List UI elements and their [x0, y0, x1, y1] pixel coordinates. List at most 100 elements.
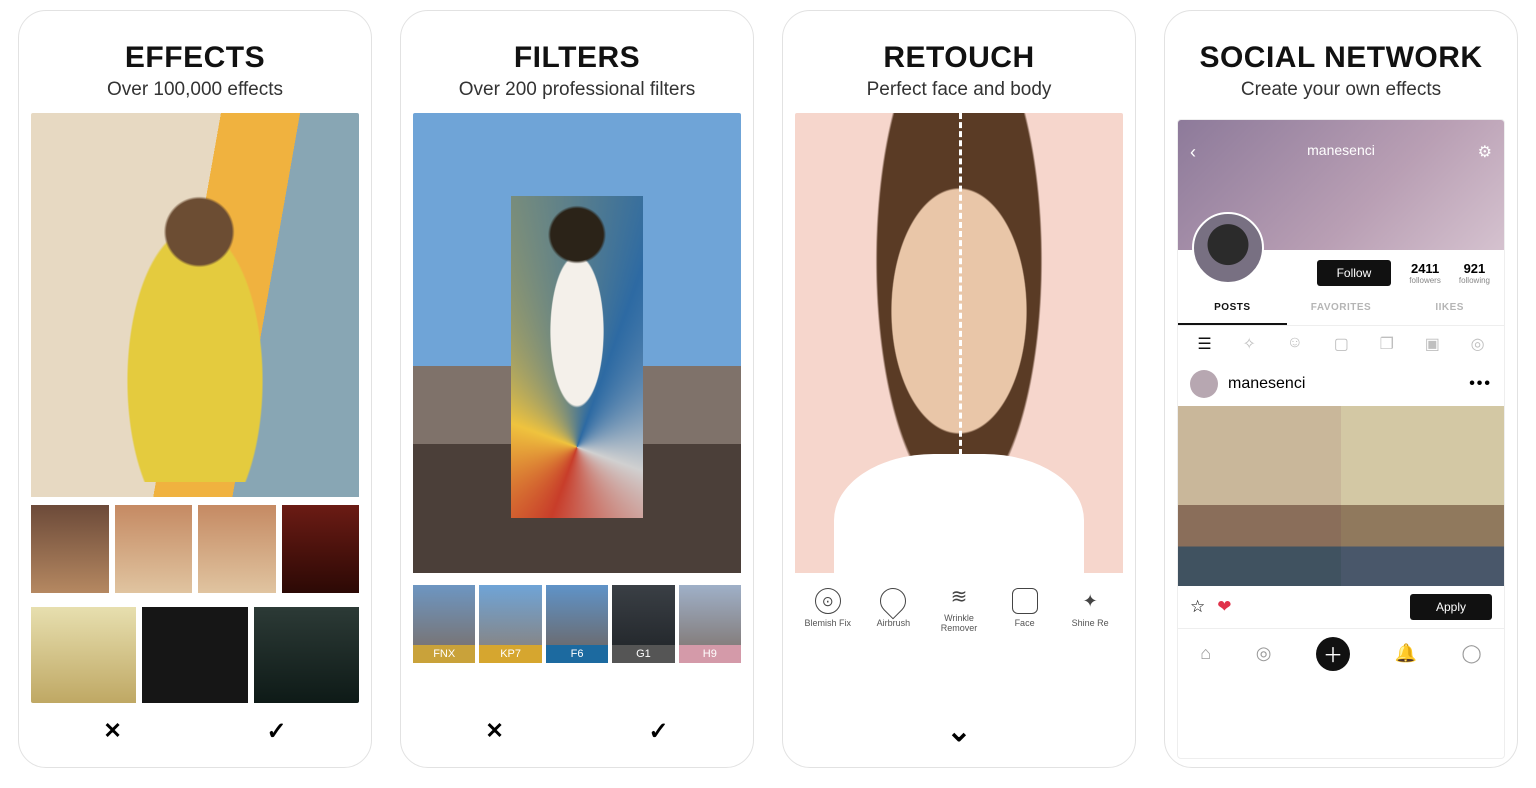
- retouch-hero-image[interactable]: [795, 113, 1123, 573]
- following-label: following: [1459, 276, 1490, 285]
- tool-wrinkle-remover[interactable]: Wrinkle Remover: [929, 583, 989, 634]
- layers-view-icon[interactable]: ❐: [1380, 334, 1394, 354]
- post-header: manesenci •••: [1178, 362, 1504, 406]
- stat-following[interactable]: 921 following: [1459, 261, 1490, 285]
- followers-label: followers: [1409, 276, 1441, 285]
- nav-add-button[interactable]: ＋: [1316, 637, 1350, 671]
- filter-thumb[interactable]: F6: [546, 585, 608, 663]
- effect-thumb[interactable]: [115, 505, 193, 593]
- wrinkle-icon: [946, 583, 972, 609]
- confirm-icon[interactable]: [649, 717, 669, 746]
- tool-blemish-fix[interactable]: ⊙ Blemish Fix: [798, 588, 858, 629]
- tool-shine-remover[interactable]: Shine Re: [1060, 588, 1120, 629]
- list-view-icon[interactable]: ☰: [1197, 334, 1211, 354]
- retouch-toolbar: ⊙ Blemish Fix Airbrush Wrinkle Remover F…: [795, 583, 1123, 634]
- apply-button[interactable]: Apply: [1410, 594, 1492, 620]
- tool-label: Airbrush: [877, 619, 911, 629]
- tab-favorites[interactable]: FAVORITES: [1287, 292, 1396, 325]
- tool-face[interactable]: Face: [995, 588, 1055, 629]
- effect-thumb[interactable]: [198, 505, 276, 593]
- filter-thumb[interactable]: G1: [612, 585, 674, 663]
- before-after-divider[interactable]: [959, 113, 962, 573]
- followers-count: 2411: [1409, 261, 1441, 276]
- filter-thumb[interactable]: KP7: [479, 585, 541, 663]
- effect-thumb[interactable]: [282, 505, 360, 593]
- effects-subtitle: Over 100,000 effects: [31, 79, 359, 101]
- nav-explore-icon[interactable]: ◎: [1256, 643, 1272, 664]
- tab-likes[interactable]: IIKES: [1395, 292, 1504, 325]
- retouch-bottom-bar: [795, 703, 1123, 759]
- tool-label: Shine Re: [1072, 619, 1109, 629]
- filter-strip: FNX KP7 F6 G1 H9: [413, 585, 741, 663]
- card-effects: EFFECTS Over 100,000 effects: [18, 10, 372, 768]
- post-image-right: [1341, 406, 1504, 586]
- image-view-icon[interactable]: ▣: [1425, 334, 1440, 354]
- post-image[interactable]: [1178, 406, 1504, 586]
- post-avatar[interactable]: [1190, 370, 1218, 398]
- card-filters-head: FILTERS Over 200 professional filters: [413, 21, 741, 113]
- confirm-icon[interactable]: [267, 717, 287, 746]
- post-more-icon[interactable]: •••: [1469, 375, 1492, 393]
- cancel-icon[interactable]: [103, 718, 121, 744]
- effect-thumb[interactable]: [31, 607, 136, 703]
- tab-posts[interactable]: POSTS: [1178, 292, 1287, 325]
- effect-thumb[interactable]: [254, 607, 359, 703]
- retouch-title: RETOUCH: [795, 41, 1123, 75]
- nav-profile-icon[interactable]: ◯: [1462, 643, 1482, 664]
- post-username[interactable]: manesenci: [1228, 375, 1305, 393]
- bottom-nav: ⌂ ◎ ＋ 🔔 ◯: [1178, 628, 1504, 678]
- filters-subtitle: Over 200 professional filters: [413, 79, 741, 101]
- effects-collage-row2: [31, 607, 359, 703]
- profile-username: manesenci: [1178, 142, 1504, 158]
- blemish-icon: ⊙: [815, 588, 841, 614]
- effects-title: EFFECTS: [31, 41, 359, 75]
- nav-alerts-icon[interactable]: 🔔: [1395, 643, 1417, 664]
- post-image-left: [1178, 406, 1341, 586]
- screenshot-row: EFFECTS Over 100,000 effects: [18, 0, 1518, 788]
- retouch-subtitle: Perfect face and body: [795, 79, 1123, 101]
- square-view-icon[interactable]: ▢: [1334, 334, 1349, 354]
- tool-label: Face: [1015, 619, 1035, 629]
- social-title: SOCIAL NETWORK: [1177, 41, 1505, 75]
- effects-bottom-bar: [31, 703, 359, 759]
- settings-icon[interactable]: ⚙: [1478, 142, 1492, 162]
- filters-title: FILTERS: [413, 41, 741, 75]
- filter-label: H9: [679, 645, 741, 663]
- card-retouch: RETOUCH Perfect face and body ⊙ Blemish …: [782, 10, 1136, 768]
- effects-hero-image[interactable]: [31, 113, 359, 497]
- cancel-icon[interactable]: [485, 718, 503, 744]
- profile-avatar[interactable]: [1192, 212, 1264, 284]
- filters-hero-image[interactable]: [413, 113, 741, 573]
- effects-collage-row1: [31, 505, 359, 593]
- card-retouch-head: RETOUCH Perfect face and body: [795, 21, 1123, 113]
- filters-hero-person: [511, 196, 642, 518]
- profile-tabs: POSTS FAVORITES IIKES: [1178, 292, 1504, 326]
- sparkle-view-icon[interactable]: ✧: [1242, 334, 1255, 354]
- effects-hero-person: [90, 144, 300, 482]
- social-subtitle: Create your own effects: [1177, 79, 1505, 101]
- tool-label: Blemish Fix: [805, 619, 852, 629]
- ghost-view-icon[interactable]: ☺: [1287, 334, 1303, 354]
- effect-thumb[interactable]: [142, 607, 247, 703]
- nav-home-icon[interactable]: ⌂: [1200, 643, 1211, 664]
- camera-view-icon[interactable]: ◎: [1471, 334, 1485, 354]
- stat-followers[interactable]: 2411 followers: [1409, 261, 1441, 285]
- card-filters: FILTERS Over 200 professional filters FN…: [400, 10, 754, 768]
- filter-label: KP7: [479, 645, 541, 663]
- card-social-head: SOCIAL NETWORK Create your own effects: [1177, 21, 1505, 113]
- view-mode-icons: ☰ ✧ ☺ ▢ ❐ ▣ ◎: [1178, 326, 1504, 362]
- profile-header: ‹ manesenci ⚙: [1178, 120, 1504, 250]
- effect-thumb[interactable]: [31, 505, 109, 593]
- filters-stage: FNX KP7 F6 G1 H9: [413, 113, 741, 703]
- effects-stage: [31, 113, 359, 703]
- face-icon: [1012, 588, 1038, 614]
- tool-airbrush[interactable]: Airbrush: [863, 588, 923, 629]
- heart-icon[interactable]: ❤: [1217, 597, 1231, 617]
- star-icon[interactable]: ☆: [1190, 597, 1205, 617]
- filter-thumb[interactable]: FNX: [413, 585, 475, 663]
- collapse-icon[interactable]: [946, 714, 971, 749]
- filter-thumb[interactable]: H9: [679, 585, 741, 663]
- follow-button[interactable]: Follow: [1317, 260, 1392, 286]
- tool-label: Wrinkle Remover: [929, 614, 989, 634]
- retouch-stage: ⊙ Blemish Fix Airbrush Wrinkle Remover F…: [795, 113, 1123, 703]
